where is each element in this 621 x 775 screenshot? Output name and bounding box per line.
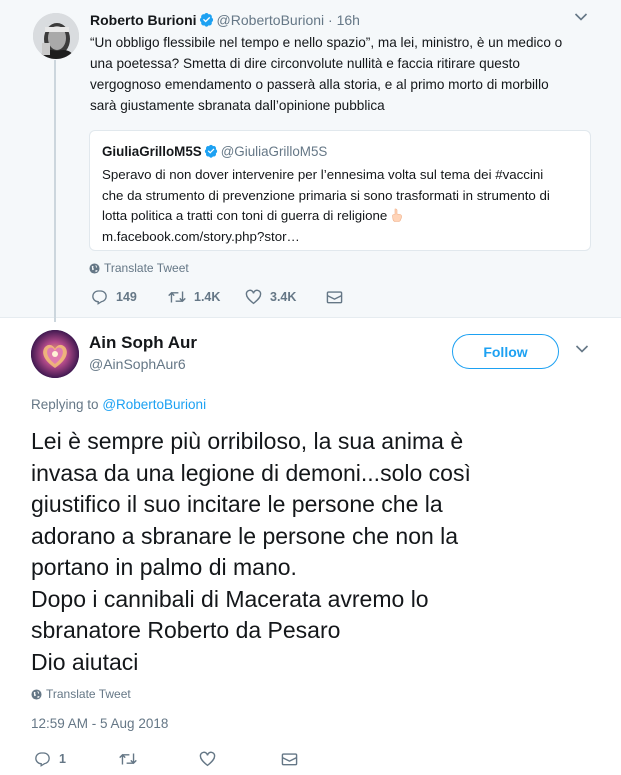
direct-message-icon [281, 753, 298, 766]
reply-button[interactable]: 1 [34, 751, 119, 767]
parent-tweet[interactable]: Roberto Burioni @RobertoBurioni · 16h “Un… [0, 0, 621, 322]
reply-count: 149 [116, 290, 137, 304]
direct-message-icon [326, 291, 343, 304]
quoted-author-handle: @GiuliaGrilloM5S [220, 144, 328, 159]
tweet-text-line: Dio aiutaci [31, 648, 139, 675]
follow-button[interactable]: Follow [452, 334, 559, 369]
translate-label: Translate Tweet [104, 261, 189, 275]
tweet-actions: 1 [34, 751, 298, 767]
translate-tweet-link[interactable]: Translate Tweet [31, 687, 131, 701]
avatar-photo [33, 13, 79, 59]
retweet-button[interactable] [119, 752, 199, 766]
quoted-tweet-header: GiuliaGrilloM5S @GiuliaGrilloM5S [102, 144, 327, 159]
quoted-text-line: Speravo di non dover intervenire per l’e… [102, 167, 544, 182]
like-button[interactable]: 3.4K [245, 289, 326, 305]
direct-message-button[interactable] [281, 751, 298, 767]
chevron-down-icon[interactable] [574, 12, 588, 22]
reply-button[interactable]: 149 [91, 289, 168, 305]
globe-icon [89, 262, 100, 274]
like-icon [199, 751, 216, 767]
replying-to: Replying to @RobertoBurioni [31, 397, 206, 412]
like-icon [245, 289, 262, 305]
tweet-text-line: sbranatore Roberto da Pesaro [31, 617, 341, 643]
tweet-text-line: vergognoso emendamento o passerà alla st… [90, 77, 549, 92]
separator: · [328, 12, 333, 28]
translate-label: Translate Tweet [46, 687, 131, 701]
tweet-text-line: portano in palmo di mano. [31, 554, 297, 580]
like-count: 3.4K [270, 290, 297, 304]
quoted-tweet-text: Speravo di non dover intervenire per l’e… [102, 165, 588, 247]
reply-count: 1 [59, 752, 66, 766]
author-handle[interactable]: @AinSophAur6 [89, 356, 186, 372]
avatar[interactable] [31, 330, 79, 378]
reply-icon [35, 752, 50, 767]
tweet-text-line: sarà giustamente sbranata dall’opinione … [90, 98, 385, 113]
quoted-tweet[interactable]: GiuliaGrilloM5S @GiuliaGrilloM5S Speravo … [89, 130, 591, 251]
tweet-actions: 149 1.4K 3.4K [91, 289, 343, 305]
tweet-text-line: una poetessa? Smetta di dire circonvolut… [90, 56, 520, 71]
tweet-time[interactable]: 16h [337, 12, 360, 28]
author-handle[interactable]: @RobertoBurioni [217, 12, 325, 28]
quoted-author-name: GiuliaGrilloM5S [102, 144, 202, 159]
reply-icon [92, 290, 107, 305]
avatar-image [31, 330, 79, 378]
retweet-icon [119, 753, 137, 765]
like-button[interactable] [199, 751, 281, 767]
quoted-text-line: che da strumento di prevenzione primaria… [102, 187, 550, 203]
direct-message-button[interactable] [326, 289, 343, 305]
pointing-hand-emoji-icon [392, 208, 403, 222]
tweet-text: Lei è sempre più orribiloso, la sua anim… [31, 426, 596, 678]
tweet-timestamp[interactable]: 12:59 AM - 5 Aug 2018 [31, 716, 168, 731]
quoted-link[interactable]: m.facebook.com/story.php?stor… [102, 227, 588, 248]
chevron-down-icon[interactable] [575, 344, 589, 354]
author-name[interactable]: Roberto Burioni [90, 12, 197, 28]
tweet-text: “Un obbligo flessibile nel tempo e nello… [90, 32, 565, 116]
replying-to-mention[interactable]: @RobertoBurioni [102, 397, 206, 412]
translate-tweet-link[interactable]: Translate Tweet [89, 261, 189, 275]
quoted-text-line: lotta politica a tratti con toni di guer… [102, 206, 588, 227]
tweet-text-line: adorano a sbranare le persone che non la [31, 522, 459, 549]
tweet-text-line: giustifico il suo incitare le persone ch… [31, 491, 443, 517]
quoted-text-line-content: lotta politica a tratti con toni di guer… [102, 208, 388, 223]
retweet-icon [168, 291, 186, 303]
verified-badge-icon [199, 12, 213, 27]
globe-icon [31, 688, 42, 700]
author-name[interactable]: Ain Soph Aur [89, 333, 197, 353]
tweet-text-line: Dopo i cannibali di Macerata avremo lo [31, 585, 429, 612]
verified-badge-icon [204, 144, 217, 158]
tweet-header: Roberto Burioni @RobertoBurioni · 16h [90, 11, 360, 29]
replying-label: Replying to [31, 397, 99, 412]
retweet-button[interactable]: 1.4K [168, 290, 245, 304]
thread-line [54, 60, 56, 322]
tweet-text-line: invasa da una legione di demoni...solo c… [31, 459, 471, 486]
tweet-text-line: Lei è sempre più orribiloso, la sua anim… [31, 428, 464, 454]
retweet-count: 1.4K [194, 290, 221, 304]
tweet-text-line: “Un obbligo flessibile nel tempo e nello… [90, 35, 563, 50]
avatar[interactable] [33, 13, 79, 59]
